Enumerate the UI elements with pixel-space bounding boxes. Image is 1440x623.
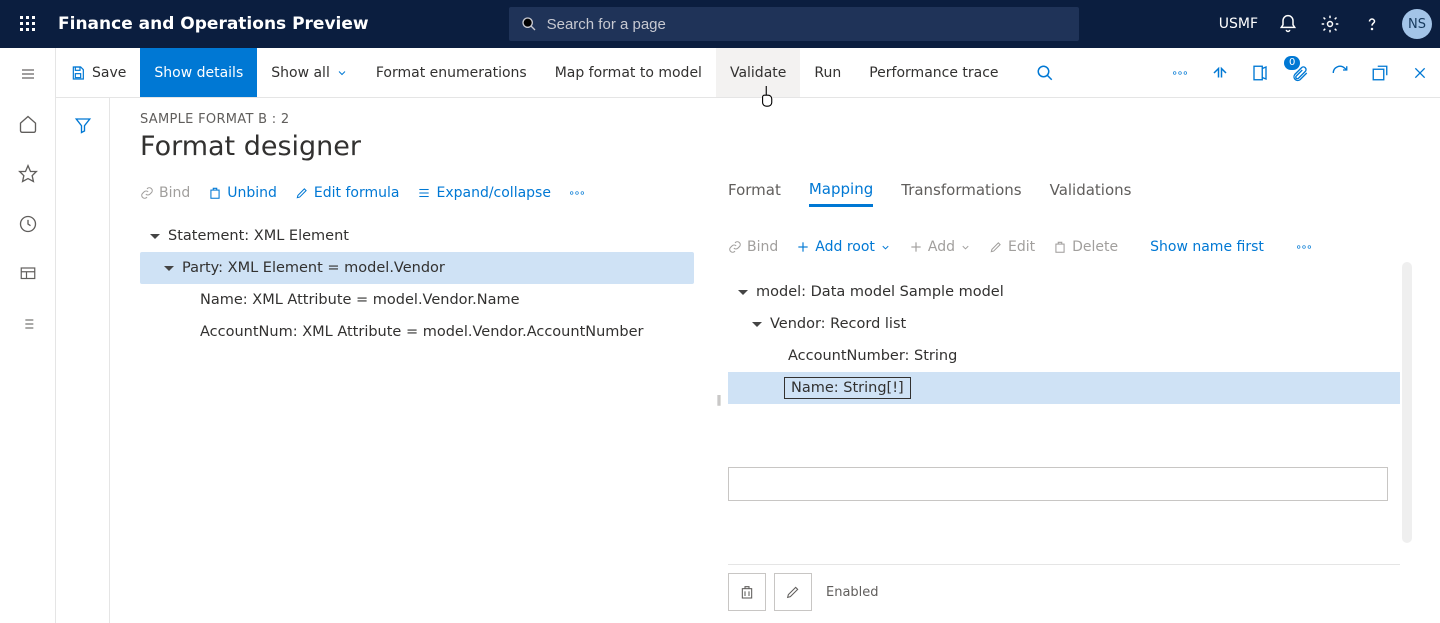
map-format-button[interactable]: Map format to model: [541, 48, 716, 97]
breadcrumb: SAMPLE FORMAT B : 2: [140, 112, 1440, 127]
save-label: Save: [92, 65, 126, 81]
tree-node-party[interactable]: Party: XML Element = model.Vendor: [140, 252, 694, 284]
map-more-icon[interactable]: [1296, 245, 1312, 249]
caret-icon[interactable]: [150, 234, 160, 239]
connector-icon[interactable]: [1200, 48, 1240, 97]
mapping-tree: model: Data model Sample model Vendor: R…: [728, 276, 1400, 404]
content-area: SAMPLE FORMAT B : 2 Format designer Bind…: [56, 98, 1440, 623]
action-pane: Save Show details Show all Format enumer…: [0, 48, 1440, 98]
expand-collapse-button[interactable]: Expand/collapse: [417, 185, 551, 201]
tree-node-name[interactable]: Name: XML Attribute = model.Vendor.Name: [140, 284, 694, 316]
mapping-tabs: Format Mapping Transformations Validatio…: [728, 176, 1400, 210]
hamburger-icon[interactable]: [12, 62, 44, 86]
tab-mapping[interactable]: Mapping: [809, 180, 873, 207]
map-bind-button: Bind: [728, 239, 778, 255]
tab-transformations[interactable]: Transformations: [901, 181, 1021, 205]
bottom-panel: Enabled: [728, 564, 1400, 623]
recent-icon[interactable]: [12, 212, 44, 236]
save-button[interactable]: Save: [56, 48, 140, 97]
format-commands: Bind Unbind Edit formula Expand/collapse: [140, 176, 694, 210]
map-node-name[interactable]: Name: String[!]: [728, 372, 1400, 404]
run-button[interactable]: Run: [800, 48, 855, 97]
performance-trace-button[interactable]: Performance trace: [855, 48, 1012, 97]
refresh-icon[interactable]: [1320, 48, 1360, 97]
edit-button: Edit: [989, 239, 1035, 255]
edit-formula-button[interactable]: Edit formula: [295, 185, 400, 201]
unbind-button[interactable]: Unbind: [208, 185, 277, 201]
show-name-first-button[interactable]: Show name first: [1150, 239, 1264, 255]
page-body: SAMPLE FORMAT B : 2 Format designer Bind…: [110, 98, 1440, 623]
add-button: Add: [909, 239, 971, 255]
tab-validations[interactable]: Validations: [1050, 181, 1132, 205]
attachments-count: 0: [1284, 56, 1300, 70]
validate-button[interactable]: Validate: [716, 48, 800, 97]
map-node-model[interactable]: model: Data model Sample model: [728, 276, 1400, 308]
format-pane: Bind Unbind Edit formula Expand/collapse: [140, 176, 710, 623]
company-label[interactable]: USMF: [1219, 16, 1258, 32]
page-title: Format designer: [140, 131, 1440, 162]
show-all-button[interactable]: Show all: [257, 48, 362, 97]
show-details-button[interactable]: Show details: [140, 48, 257, 97]
vertical-scrollbar[interactable]: [1402, 262, 1412, 543]
app-launcher-icon[interactable]: [8, 16, 48, 32]
format-enumerations-button[interactable]: Format enumerations: [362, 48, 541, 97]
workspace-icon[interactable]: [12, 262, 44, 286]
app-title: Finance and Operations Preview: [58, 14, 369, 34]
more-commands-icon[interactable]: [569, 191, 585, 195]
mapping-commands: Bind Add root Add Edit: [728, 230, 1400, 264]
find-icon[interactable]: [1025, 48, 1065, 97]
delete-button: Delete: [1053, 239, 1118, 255]
delete-small-button[interactable]: [728, 573, 766, 611]
left-nav-rail: [0, 48, 56, 623]
popout-icon[interactable]: [1360, 48, 1400, 97]
bind-button: Bind: [140, 185, 190, 201]
splitter[interactable]: ‖: [710, 176, 728, 623]
map-node-accountnumber[interactable]: AccountNumber: String: [728, 340, 1400, 372]
map-node-vendor[interactable]: Vendor: Record list: [728, 308, 1400, 340]
tab-format[interactable]: Format: [728, 181, 781, 205]
filter-column: [56, 98, 110, 623]
caret-icon[interactable]: [738, 290, 748, 295]
help-icon[interactable]: [1360, 12, 1384, 36]
tree-node-statement[interactable]: Statement: XML Element: [140, 220, 694, 252]
close-icon[interactable]: [1400, 48, 1440, 97]
format-tree: Statement: XML Element Party: XML Elemen…: [140, 220, 694, 348]
filter-icon[interactable]: [74, 116, 92, 623]
input-field[interactable]: [728, 467, 1388, 501]
modules-icon[interactable]: [12, 312, 44, 336]
avatar[interactable]: NS: [1402, 9, 1432, 39]
mapping-pane: Format Mapping Transformations Validatio…: [728, 176, 1440, 623]
top-right-controls: USMF NS: [1219, 9, 1432, 39]
search-box[interactable]: [509, 7, 1079, 41]
edit-small-button[interactable]: [774, 573, 812, 611]
home-icon[interactable]: [12, 112, 44, 136]
star-icon[interactable]: [12, 162, 44, 186]
gear-icon[interactable]: [1318, 12, 1342, 36]
top-bar: Finance and Operations Preview USMF NS: [0, 0, 1440, 48]
tree-node-accountnum[interactable]: AccountNum: XML Attribute = model.Vendor…: [140, 316, 694, 348]
caret-icon[interactable]: [164, 266, 174, 271]
search-input[interactable]: [545, 15, 1067, 34]
add-root-button[interactable]: Add root: [796, 239, 891, 255]
two-pane: Bind Unbind Edit formula Expand/collapse: [140, 176, 1440, 623]
caret-icon[interactable]: [752, 322, 762, 327]
more-icon[interactable]: [1160, 48, 1200, 97]
bell-icon[interactable]: [1276, 12, 1300, 36]
attachments-icon[interactable]: 0: [1280, 48, 1320, 97]
office-icon[interactable]: [1240, 48, 1280, 97]
enabled-label: Enabled: [826, 585, 879, 600]
